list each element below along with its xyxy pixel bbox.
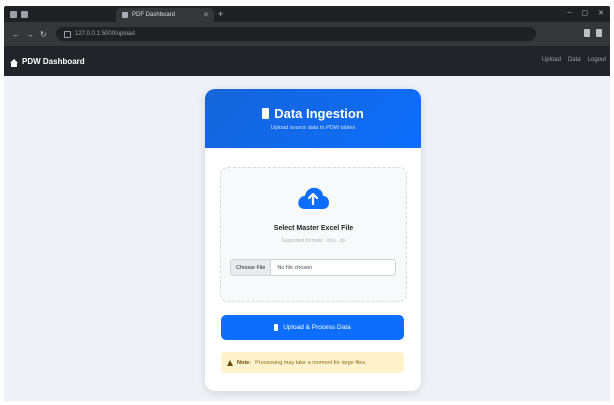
upload-button-label: Upload & Process Data (283, 324, 351, 331)
address-bar-row: ← → ↻ 127.0.0.1:5000/upload (4, 22, 610, 46)
card-header: Data Ingestion Upload source data to PDW… (205, 89, 421, 148)
brand-text: PDW Dashboard (22, 56, 85, 66)
note-text: Processing may take a moment for large f… (255, 359, 367, 366)
card-title: Data Ingestion (205, 89, 421, 121)
profile-icon[interactable] (21, 10, 28, 18)
url-text: 127.0.0.1:5000/upload (75, 31, 135, 37)
nav-link-upload[interactable]: Upload (542, 57, 561, 63)
note-label: Note: (237, 359, 252, 366)
tab-title: PDF Dashboard (132, 12, 176, 18)
cloud-upload-icon (298, 187, 329, 209)
tab-controls[interactable] (10, 8, 28, 20)
close-tab-icon[interactable]: ✕ (203, 11, 209, 19)
url-input[interactable]: 127.0.0.1:5000/upload (56, 27, 536, 41)
reload-icon[interactable]: ↻ (40, 30, 47, 39)
upload-card: Data Ingestion Upload source data to PDW… (205, 89, 421, 391)
choose-file-button[interactable]: Choose File (231, 260, 272, 275)
file-input[interactable]: Choose File No file chosen (230, 259, 396, 276)
navbar-brand[interactable]: PDW Dashboard (10, 56, 85, 67)
extensions-icon[interactable] (584, 29, 590, 37)
minimize-icon[interactable]: – (568, 9, 572, 17)
dropzone-hint: Supported formats: .xlsx, .xls (281, 238, 346, 244)
apps-icon[interactable] (10, 10, 17, 18)
upload-icon (274, 324, 279, 331)
browser-toolbar (584, 29, 602, 37)
page-body: Data Ingestion Upload source data to PDW… (4, 76, 610, 401)
new-tab-icon[interactable]: + (218, 9, 223, 19)
warning-icon (227, 359, 233, 366)
site-info-icon[interactable] (64, 30, 71, 38)
app-navbar: PDW Dashboard Upload Data Logout (4, 46, 610, 76)
back-icon[interactable]: ← (12, 30, 20, 39)
nav-buttons: ← → ↻ (12, 30, 47, 39)
card-title-text: Data Ingestion (274, 106, 364, 121)
card-subtitle: Upload source data to PDW tables (270, 125, 356, 131)
nav-link-data[interactable]: Data (568, 57, 581, 63)
home-icon (10, 59, 18, 67)
menu-icon[interactable] (596, 29, 602, 37)
upload-process-button[interactable]: Upload & Process Data (221, 315, 404, 340)
browser-tab[interactable]: PDF Dashboard ✕ (116, 8, 214, 22)
dropzone-title: Select Master Excel File (273, 225, 354, 232)
file-status: No file chosen (277, 264, 313, 271)
close-window-icon[interactable]: ✕ (598, 9, 604, 17)
navbar-links: Upload Data Logout (542, 57, 606, 63)
tab-favicon-icon (122, 12, 128, 18)
file-icon (262, 108, 270, 119)
nav-link-logout[interactable]: Logout (588, 57, 606, 63)
browser-tab-strip: PDF Dashboard ✕ + – ▢ ✕ (4, 6, 610, 22)
note-alert: Note: Processing may take a moment for l… (221, 352, 404, 373)
maximize-icon[interactable]: ▢ (582, 9, 589, 17)
dropzone[interactable]: Select Master Excel File Supported forma… (220, 167, 407, 302)
forward-icon[interactable]: → (26, 30, 34, 39)
window-controls: – ▢ ✕ (568, 9, 604, 17)
